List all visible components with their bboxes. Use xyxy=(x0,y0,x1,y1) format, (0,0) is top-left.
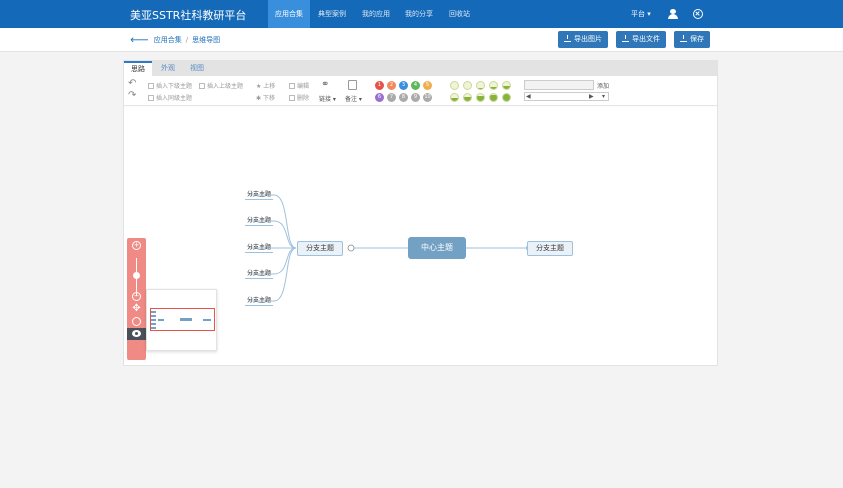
progress-6-icon[interactable] xyxy=(463,93,472,102)
priority-3-icon[interactable]: 3 xyxy=(399,81,408,90)
platform-menu[interactable]: 平台 ▾ xyxy=(631,0,651,28)
brand-title: 美亚SSTR社科教研平台 xyxy=(130,9,247,22)
insert-parent-button[interactable]: 插入上级主题 xyxy=(199,81,243,90)
nav-typical-cases[interactable]: 典型案例 xyxy=(311,0,353,28)
insert-child-button[interactable]: 插入下级主题 xyxy=(148,81,192,90)
leaf-topic-node[interactable]: 分支主题 xyxy=(245,295,274,306)
insert-parent-icon xyxy=(199,83,205,89)
note-menu[interactable]: 备注 ▾ xyxy=(345,94,362,103)
progress-7-icon[interactable] xyxy=(476,93,485,102)
priority-10-icon[interactable]: 10 xyxy=(423,93,432,102)
delete-icon xyxy=(289,95,295,101)
zoom-slider-handle[interactable] xyxy=(133,272,140,279)
breadcrumb-current: 思维导图 xyxy=(192,36,221,44)
minimap-viewport[interactable] xyxy=(150,308,215,331)
breadcrumb-separator: / xyxy=(185,36,189,44)
tab-appearance[interactable]: 外观 xyxy=(154,61,182,76)
breadcrumb: 🡐 应用合集 / 思维导图 xyxy=(130,35,220,45)
right-branch-node[interactable]: 分支主题 xyxy=(527,241,573,256)
user-icon[interactable] xyxy=(668,9,678,19)
nav-my-apps[interactable]: 我的应用 xyxy=(355,0,397,28)
save-button[interactable]: 保存 xyxy=(674,31,710,48)
insert-sibling-button[interactable]: 插入同级主题 xyxy=(148,93,192,102)
download-icon xyxy=(680,35,687,42)
note-icon[interactable] xyxy=(348,80,357,90)
insert-sibling-icon xyxy=(148,95,154,101)
collapse-toggle xyxy=(347,244,355,252)
breadcrumb-parent[interactable]: 应用合集 xyxy=(154,36,182,44)
link-menu[interactable]: 链接 ▾ xyxy=(319,94,336,103)
priority-2-icon[interactable]: 2 xyxy=(387,81,396,90)
progress-5-icon[interactable] xyxy=(450,93,459,102)
editor-tabs: 思路 外观 视图 xyxy=(124,61,717,76)
tab-ideas[interactable]: 思路 xyxy=(124,61,152,76)
scroll-left-icon: ◀ xyxy=(526,93,531,100)
export-file-button[interactable]: 导出文件 xyxy=(616,31,666,48)
top-navigation: 美亚SSTR社科教研平台 应用合集 典型案例 我的应用 我的分享 回收站 平台 … xyxy=(0,0,843,28)
add-button[interactable]: 添加 xyxy=(597,81,609,90)
breadcrumb-bar: 🡐 应用合集 / 思维导图 xyxy=(0,28,843,52)
progress-9-icon[interactable] xyxy=(502,93,511,102)
move-up-button[interactable]: ★ 上移 xyxy=(256,81,275,90)
edit-button[interactable]: 编辑 xyxy=(289,81,309,90)
locate-icon[interactable] xyxy=(132,317,141,326)
export-icon xyxy=(564,35,571,42)
nav-recycle-bin[interactable]: 回收站 xyxy=(442,0,477,28)
insert-child-icon xyxy=(148,83,154,89)
redo-icon[interactable]: ↷ xyxy=(128,90,136,101)
leaf-topic-node[interactable]: 分支主题 xyxy=(245,189,274,200)
zoom-in-icon[interactable]: + xyxy=(132,241,141,250)
progress-0-icon[interactable] xyxy=(450,81,459,90)
zoom-panel: + − ✥ xyxy=(127,238,146,360)
link-icon[interactable]: ⚭ xyxy=(321,79,329,90)
nav-my-shares[interactable]: 我的分享 xyxy=(398,0,440,28)
progress-4-icon[interactable] xyxy=(502,81,511,90)
leaf-topic-node[interactable]: 分支主题 xyxy=(245,268,274,279)
leaf-topic-node[interactable]: 分支主题 xyxy=(245,242,274,253)
priority-8-icon[interactable]: 8 xyxy=(399,93,408,102)
undo-icon[interactable]: ↶ xyxy=(128,78,136,89)
tab-view[interactable]: 视图 xyxy=(183,61,211,76)
priority-9-icon[interactable]: 9 xyxy=(411,93,420,102)
minimap[interactable] xyxy=(146,289,217,351)
resource-input[interactable] xyxy=(524,80,594,90)
back-arrow-icon[interactable]: 🡐 xyxy=(130,36,149,44)
priority-4-icon[interactable]: 4 xyxy=(411,81,420,90)
left-branch-node[interactable]: 分支主题 xyxy=(297,241,343,256)
priority-6-icon[interactable]: 6 xyxy=(375,93,384,102)
priority-7-icon[interactable]: 7 xyxy=(387,93,396,102)
nav-app-collection[interactable]: 应用合集 xyxy=(268,0,310,28)
leaf-topic-node[interactable]: 分支主题 xyxy=(245,215,274,226)
resource-selector[interactable]: ◀ ▶ ▾ xyxy=(524,92,609,101)
move-icon[interactable]: ✥ xyxy=(132,304,141,314)
progress-2-icon[interactable] xyxy=(476,81,485,90)
zoom-out-icon[interactable]: − xyxy=(132,292,141,301)
edit-icon xyxy=(289,83,295,89)
move-down-button[interactable]: ✱ 下移 xyxy=(256,93,275,102)
progress-8-icon[interactable] xyxy=(489,93,498,102)
export-icon xyxy=(622,35,629,42)
dropdown-icon: ▾ xyxy=(602,93,606,100)
delete-button[interactable]: 删除 xyxy=(289,93,309,102)
priority-5-icon[interactable]: 5 xyxy=(423,81,432,90)
editor-toolbar: ↶ ↷ 插入下级主题 插入上级主题 插入同级主题 ★ 上移 ✱ 下移 编辑 删除… xyxy=(124,76,717,106)
export-image-button[interactable]: 导出图片 xyxy=(558,31,608,48)
move-down-icon: ✱ xyxy=(256,95,263,102)
center-topic-node[interactable]: 中心主题 xyxy=(408,237,466,259)
logout-icon[interactable] xyxy=(693,9,703,19)
progress-3-icon[interactable] xyxy=(489,81,498,90)
priority-1-icon[interactable]: 1 xyxy=(375,81,384,90)
scroll-right-icon: ▶ xyxy=(589,93,594,100)
progress-1-icon[interactable] xyxy=(463,81,472,90)
eye-icon[interactable] xyxy=(127,328,146,340)
